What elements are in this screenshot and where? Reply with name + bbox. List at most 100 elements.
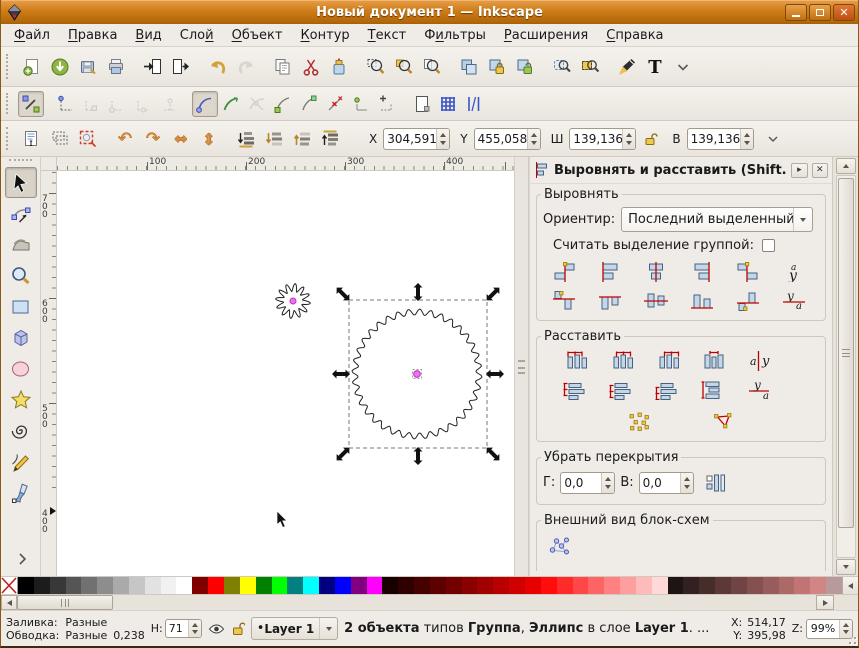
palette-swatch[interactable]: [97, 577, 114, 594]
toolbar-grip[interactable]: [6, 127, 14, 150]
palette-swatch[interactable]: [525, 577, 541, 594]
palette-swatch[interactable]: [604, 577, 621, 594]
snap-guides-button[interactable]: [461, 91, 487, 117]
snap-nodes-button[interactable]: [192, 90, 218, 117]
toolbar-grip[interactable]: [6, 53, 14, 80]
menu-item-2[interactable]: Вид: [126, 26, 170, 45]
palette-swatch[interactable]: [762, 577, 779, 594]
palette-swatch[interactable]: [540, 577, 557, 594]
align-top-to-anchor-bottom-button[interactable]: [727, 287, 768, 314]
snap-enable-button[interactable]: [18, 90, 44, 117]
scroll-down-button[interactable]: [836, 559, 856, 575]
menu-item-8[interactable]: Расширения: [495, 26, 597, 45]
distribute-top-edges-button[interactable]: [555, 376, 596, 403]
y-field[interactable]: 455,058: [473, 127, 541, 150]
select-all-button[interactable]: [18, 125, 46, 153]
scale-handle[interactable]: [413, 447, 423, 465]
zoom-drawing-button[interactable]: [390, 52, 418, 82]
palette-swatch[interactable]: [113, 577, 129, 594]
palette-swatch[interactable]: [350, 577, 367, 594]
snap-grid-button[interactable]: [435, 91, 461, 117]
canvas-artwork[interactable]: [57, 171, 514, 576]
x-field[interactable]: 304,591: [383, 127, 451, 150]
palette-swatch[interactable]: [160, 577, 177, 594]
vertical-ruler[interactable]: 7 0 0 6 0 0 5 0 0 4 0 0: [41, 157, 57, 576]
chevron-down-icon[interactable]: [766, 132, 780, 146]
cut-button[interactable]: [297, 52, 325, 82]
palette-swatch[interactable]: [33, 577, 50, 594]
distribute-gaps-vertical-button[interactable]: [693, 376, 734, 403]
align-bottom-to-anchor-top-button[interactable]: [543, 287, 584, 314]
palette-swatch[interactable]: [635, 577, 652, 594]
calligraphy-tool-button[interactable]: [5, 477, 37, 508]
fill-stroke-dialog-button[interactable]: [613, 52, 641, 82]
palette-swatch[interactable]: [18, 577, 34, 594]
palette-swatch[interactable]: [271, 577, 288, 594]
scale-handle[interactable]: [333, 284, 352, 303]
anchor-select[interactable]: Последний выделенный: [621, 207, 814, 232]
palette-swatch[interactable]: [810, 577, 827, 594]
palette-swatch[interactable]: [715, 577, 731, 594]
v-gap-field[interactable]: 0,0: [638, 471, 694, 494]
snap-object-centers-button[interactable]: [348, 91, 374, 117]
lock-ratio-icon[interactable]: [644, 132, 659, 146]
undo-button[interactable]: [204, 52, 232, 82]
text-dialog-button[interactable]: T: [641, 52, 669, 82]
dock-splitter-handle[interactable]: [514, 157, 529, 576]
palette-swatch[interactable]: [493, 577, 510, 594]
palette-swatch[interactable]: [255, 577, 272, 594]
raise-button[interactable]: [288, 125, 316, 153]
palette-swatch[interactable]: [144, 577, 161, 594]
snap-bbox-button[interactable]: [53, 91, 79, 117]
lower-button[interactable]: [260, 125, 288, 153]
maximize-button[interactable]: [809, 4, 831, 21]
flip-vertical-button[interactable]: ⇕: [195, 125, 223, 153]
palette-swatch[interactable]: [667, 577, 684, 594]
menu-item-0[interactable]: Файл: [5, 26, 59, 45]
hscrollbar-thumb[interactable]: [17, 595, 113, 610]
v-gap-spin[interactable]: [679, 472, 693, 493]
width-field[interactable]: 139,136: [569, 127, 637, 150]
new-document-button[interactable]: [18, 52, 46, 82]
distribute-right-edges-button[interactable]: [647, 347, 688, 374]
palette-swatch[interactable]: [651, 577, 668, 594]
distribute-centers-horizontal-button[interactable]: [601, 347, 642, 374]
align-center-horizontal-button[interactable]: [635, 258, 676, 285]
palette-swatch[interactable]: [620, 577, 636, 594]
scrollbar-track[interactable]: [836, 175, 856, 558]
y-field-spin[interactable]: [526, 128, 540, 149]
rotate-ccw-button[interactable]: ↶: [111, 125, 139, 153]
scale-handle[interactable]: [333, 444, 352, 463]
horizontal-ruler[interactable]: 100 200 300 400: [57, 157, 514, 171]
unlink-clone-button[interactable]: [511, 52, 539, 82]
pencil-tool-button[interactable]: [5, 446, 37, 477]
height-field-spin[interactable]: [739, 128, 753, 149]
import-button[interactable]: [139, 52, 167, 82]
scale-handle[interactable]: [483, 284, 502, 303]
width-field-spin[interactable]: [622, 128, 636, 149]
raise-to-top-button[interactable]: [316, 125, 344, 153]
select-all-layers-button[interactable]: [46, 125, 74, 153]
distribute-text-vertical-button[interactable]: ya: [739, 376, 780, 403]
palette-swatch[interactable]: [334, 577, 351, 594]
panel-close-button[interactable]: ✕: [811, 162, 828, 178]
palette-swatch[interactable]: [477, 577, 494, 594]
snap-midpoints-button[interactable]: [322, 91, 348, 117]
palette-swatch[interactable]: [1, 577, 18, 594]
palette-swatch[interactable]: [65, 577, 82, 594]
menu-item-3[interactable]: Слой: [171, 26, 223, 45]
palette-swatch[interactable]: [778, 577, 795, 594]
toolbar-grip[interactable]: [6, 92, 14, 115]
export-button[interactable]: [167, 52, 195, 82]
align-bottom-edges-button[interactable]: [681, 287, 722, 314]
drawing-canvas[interactable]: [57, 171, 514, 576]
ellipse-tool-button[interactable]: [5, 353, 37, 384]
selector-tool-button[interactable]: [4, 167, 37, 198]
align-text-vertical-button[interactable]: ya: [773, 287, 814, 314]
align-left-to-anchor-right-button[interactable]: [727, 258, 768, 285]
snap-paths-button[interactable]: [218, 91, 244, 117]
palette-swatch[interactable]: [826, 577, 842, 594]
palette-swatch[interactable]: [239, 577, 256, 594]
toolbar-overflow-button[interactable]: [669, 52, 697, 82]
scale-handle[interactable]: [413, 283, 423, 301]
